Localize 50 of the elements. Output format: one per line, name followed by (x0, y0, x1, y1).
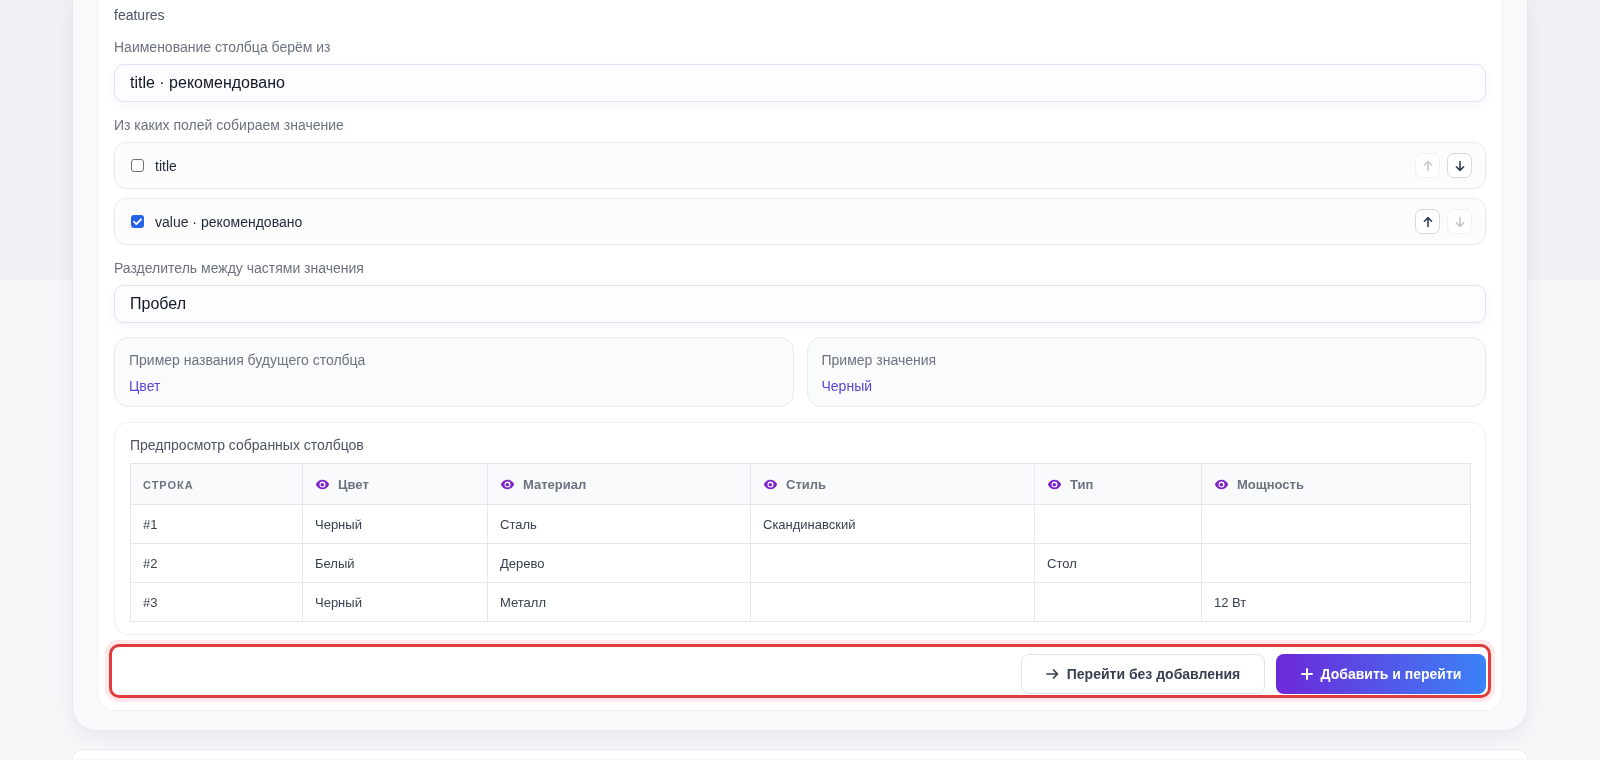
table-cell: Черный (302, 504, 488, 544)
move-down-button[interactable] (1447, 153, 1472, 178)
table-cell: Скандинавский (750, 504, 1035, 544)
separator-field[interactable]: Пробел (114, 285, 1486, 323)
preview-title: Предпросмотр собранных столбцов (130, 436, 365, 454)
column-title: СТРОКА (143, 478, 194, 491)
group-title: features (114, 7, 166, 24)
table-cell: #3 (130, 582, 303, 622)
field-label: Наименование столбца берём из (114, 38, 332, 56)
arrow-right-icon (1045, 667, 1059, 680)
table-cell: Металл (487, 582, 751, 622)
eye-icon (1214, 478, 1229, 490)
table-cell: Сталь (487, 504, 751, 544)
column-title: Цвет (338, 476, 369, 492)
example-value: Черный (821, 377, 874, 395)
plus-icon (1300, 667, 1313, 680)
column-title: Мощность (1237, 476, 1304, 492)
column-title: Стиль (786, 476, 826, 492)
field-name: value · рекомендовано (155, 213, 304, 230)
field-label: Разделитель между частями значения (114, 259, 365, 277)
arrow-up-icon (1421, 159, 1434, 172)
move-up-button[interactable] (1415, 209, 1440, 234)
example-label: Пример названия будущего столбца (129, 351, 367, 369)
field-row[interactable]: title (114, 142, 1486, 189)
source-field[interactable]: title · рекомендовано (114, 64, 1486, 102)
eye-icon (763, 478, 778, 490)
table-cell: Стол (1034, 543, 1202, 583)
checkbox[interactable] (131, 159, 144, 172)
arrow-down-icon (1453, 215, 1466, 228)
eye-icon (500, 478, 515, 490)
field-label: Из каких полей собираем значение (114, 116, 345, 134)
table-cell: Дерево (487, 543, 751, 583)
column-title: Материал (523, 476, 587, 492)
example-label: Пример значения (821, 351, 938, 369)
table-cell: #2 (130, 543, 303, 583)
add-and-continue-button[interactable]: Добавить и перейти (1276, 653, 1486, 694)
table-cell: 12 Вт (1201, 582, 1471, 622)
continue-button[interactable]: Перейти без добавления (1021, 653, 1265, 694)
eye-icon (1047, 478, 1062, 490)
column-title: Тип (1070, 476, 1094, 492)
field-row[interactable]: value · рекомендовано (114, 198, 1486, 245)
table-cell: Черный (302, 582, 488, 622)
table-cell: Белый (302, 543, 488, 583)
checkbox[interactable] (131, 215, 144, 228)
field-name: title (155, 157, 178, 174)
table-cell: #1 (130, 504, 303, 544)
arrow-up-icon (1421, 215, 1434, 228)
example-value: Цвет (129, 377, 162, 395)
eye-icon (315, 478, 330, 490)
arrow-down-icon (1453, 159, 1466, 172)
